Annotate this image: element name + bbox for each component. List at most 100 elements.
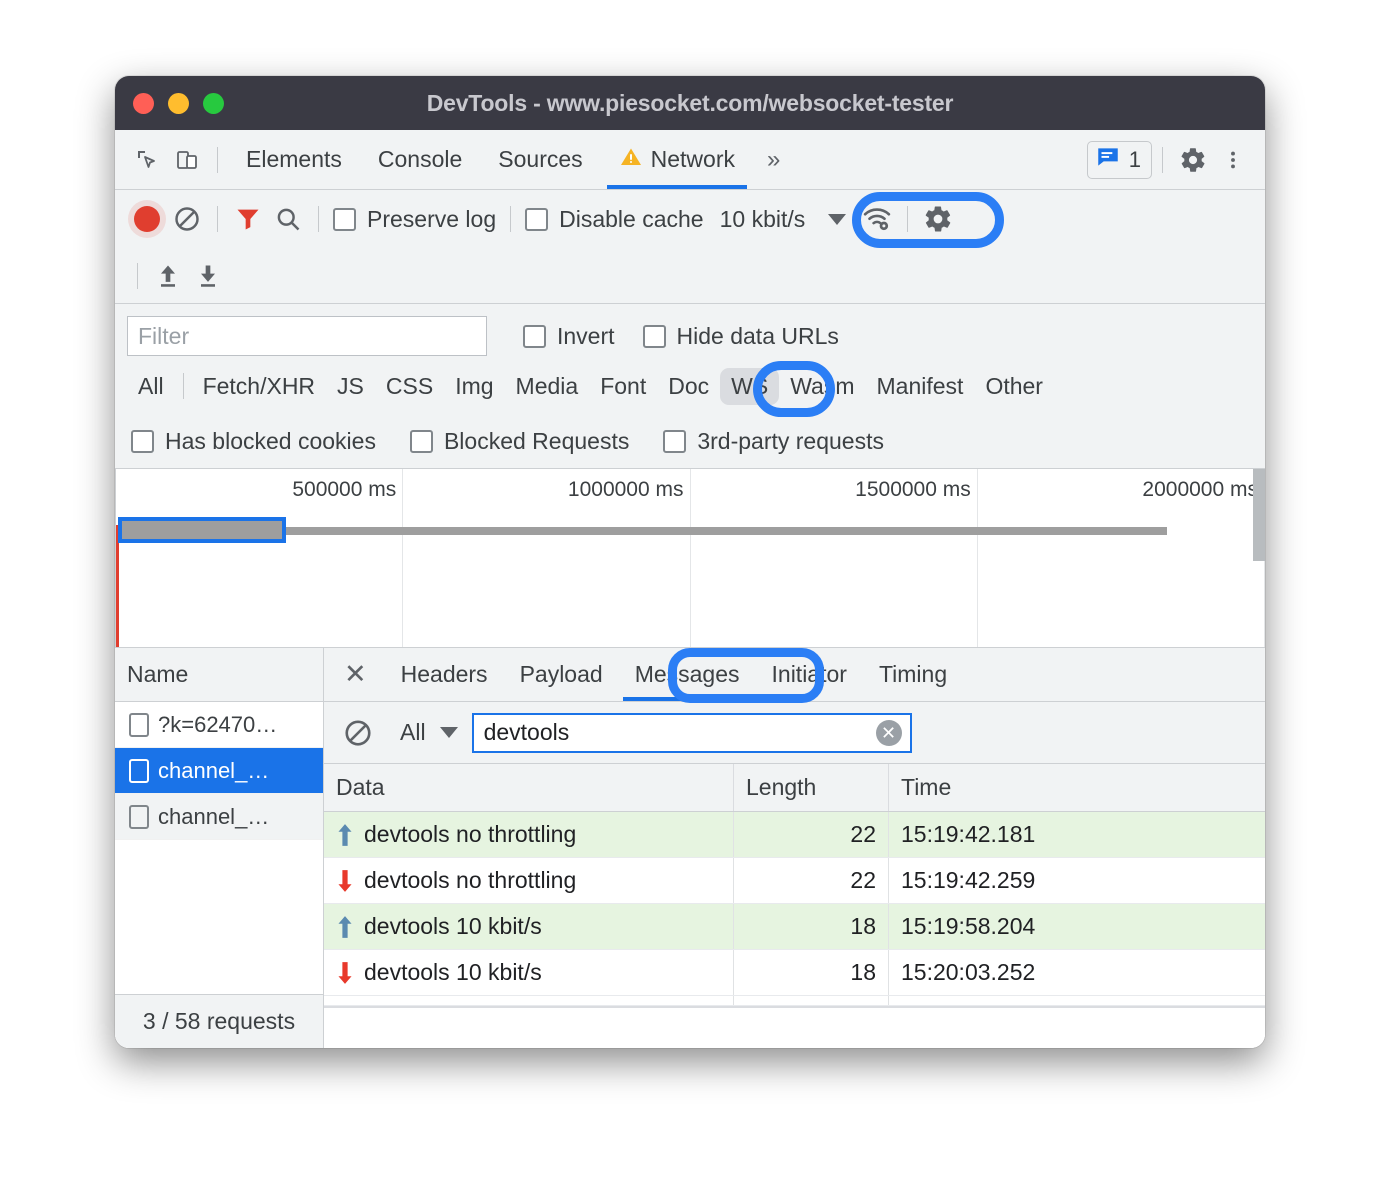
filter-type-media[interactable]: Media: [505, 368, 590, 405]
clear-messages-icon[interactable]: [338, 713, 378, 753]
clear-requests-icon[interactable]: [167, 199, 207, 239]
tab-headers[interactable]: Headers: [385, 648, 504, 701]
tab-console[interactable]: Console: [360, 131, 480, 189]
message-data-text: devtools 10 kbit/s: [364, 959, 542, 986]
device-toolbar-icon[interactable]: [167, 140, 207, 180]
request-count-status: 3 / 58 requests: [115, 994, 323, 1048]
tab-network[interactable]: Network: [601, 131, 753, 189]
window-titlebar: DevTools - www.piesocket.com/websocket-t…: [115, 76, 1265, 130]
message-length-cell: 22: [734, 812, 889, 857]
blocked-requests-checkbox[interactable]: Blocked Requests: [406, 428, 633, 455]
message-type-chevron-down-icon[interactable]: [440, 727, 458, 738]
messages-table: Data Length Time devtools no throttling …: [324, 764, 1265, 1048]
tab-elements[interactable]: Elements: [228, 131, 360, 189]
network-settings-gear-icon[interactable]: [918, 199, 958, 239]
filter-type-css[interactable]: CSS: [375, 368, 444, 405]
filter-type-ws[interactable]: WS: [720, 368, 779, 405]
third-party-requests-checkbox[interactable]: 3rd-party requests: [659, 428, 888, 455]
tab-sources-label: Sources: [498, 146, 582, 173]
throttling-value[interactable]: 10 kbit/s: [708, 206, 818, 233]
preserve-log-box: [333, 208, 356, 231]
message-length-cell: 18: [734, 904, 889, 949]
hide-data-urls-checkbox[interactable]: Hide data URLs: [639, 323, 843, 350]
throttling-dropdown-icon[interactable]: [817, 199, 857, 239]
overview-cell: 1500000 ms: [691, 469, 978, 647]
request-list-pane: Name ?k=62470… channel_… channel_…: [115, 648, 324, 1048]
filter-type-js[interactable]: JS: [326, 368, 375, 405]
network-overview-timeline[interactable]: 500000 ms 1000000 ms 1500000 ms 2000000 …: [115, 468, 1265, 648]
column-header-data[interactable]: Data: [324, 764, 734, 811]
resource-type-filters: All Fetch/XHR JS CSS Img Media Font Doc …: [127, 358, 1253, 414]
message-row[interactable]: devtools 10 kbit/s 18 15:19:58.204: [324, 904, 1265, 950]
request-name: channel_…: [158, 758, 269, 784]
tab-initiator[interactable]: Initiator: [756, 648, 863, 701]
message-type-select[interactable]: All: [392, 719, 426, 746]
request-row[interactable]: ?k=62470…: [115, 702, 323, 748]
more-options-icon[interactable]: [1213, 140, 1253, 180]
request-row-selected[interactable]: channel_…: [115, 748, 323, 794]
column-header-length[interactable]: Length: [734, 764, 889, 811]
filter-type-img[interactable]: Img: [444, 368, 504, 405]
request-list-header[interactable]: Name: [115, 648, 323, 702]
chevron-down-icon: [828, 214, 846, 225]
console-messages-button[interactable]: 1: [1087, 141, 1152, 179]
tab-elements-label: Elements: [246, 146, 342, 173]
import-har-icon[interactable]: [148, 256, 188, 296]
disable-cache-box: [525, 208, 548, 231]
filter-type-manifest[interactable]: Manifest: [866, 368, 975, 405]
preserve-log-checkbox[interactable]: Preserve log: [329, 206, 500, 233]
filter-type-wasm[interactable]: Wasm: [779, 368, 865, 405]
message-time-cell: 15:20:03.252: [889, 950, 1265, 995]
has-blocked-cookies-checkbox[interactable]: Has blocked cookies: [127, 428, 380, 455]
message-length-cell: 18: [734, 950, 889, 995]
screenshot-root: DevTools - www.piesocket.com/websocket-t…: [0, 0, 1380, 1198]
arrow-up-icon: [336, 823, 354, 847]
console-message-count: 1: [1129, 147, 1141, 173]
request-row[interactable]: channel_…: [115, 794, 323, 840]
details-tabstrip: ✕ Headers Payload Messages Initiator Tim…: [324, 648, 1265, 702]
overview-scrollbar[interactable]: [1253, 469, 1265, 561]
arrow-up-icon: [336, 915, 354, 939]
close-icon[interactable]: ✕: [338, 661, 385, 688]
search-icon[interactable]: [268, 199, 308, 239]
record-icon: [134, 206, 160, 232]
tab-sources[interactable]: Sources: [480, 131, 600, 189]
overview-tick-label: 1500000 ms: [855, 478, 971, 502]
more-tabs-icon[interactable]: »: [753, 146, 791, 174]
column-header-time[interactable]: Time: [889, 764, 1265, 811]
filter-type-all[interactable]: All: [127, 368, 175, 405]
message-data-text: devtools no throttling: [364, 821, 576, 848]
arrow-down-icon: [336, 961, 354, 985]
messages-table-header: Data Length Time: [324, 764, 1265, 812]
gear-icon[interactable]: [1173, 140, 1213, 180]
request-type-icon: [129, 713, 149, 737]
inspect-element-icon[interactable]: [127, 140, 167, 180]
filter-type-fetch-xhr[interactable]: Fetch/XHR: [192, 368, 326, 405]
tab-payload[interactable]: Payload: [504, 648, 619, 701]
disable-cache-checkbox[interactable]: Disable cache: [521, 206, 707, 233]
filter-type-other[interactable]: Other: [974, 368, 1054, 405]
export-har-icon[interactable]: [188, 256, 228, 296]
overview-selection-handle[interactable]: [118, 517, 286, 543]
message-time-cell: 15:19:58.204: [889, 904, 1265, 949]
network-conditions-icon[interactable]: [857, 199, 897, 239]
message-search-input[interactable]: devtools ✕: [472, 713, 912, 753]
record-button[interactable]: [127, 199, 167, 239]
invert-checkbox[interactable]: Invert: [519, 323, 619, 350]
filter-type-doc[interactable]: Doc: [657, 368, 720, 405]
filter-input[interactable]: Filter: [127, 316, 487, 356]
arrow-down-icon: [336, 869, 354, 893]
tab-timing[interactable]: Timing: [863, 648, 963, 701]
clear-search-icon[interactable]: ✕: [876, 720, 902, 746]
message-time-cell: 15:19:42.259: [889, 858, 1265, 903]
message-row[interactable]: devtools 10 kbit/s 18 15:20:03.252: [324, 950, 1265, 996]
filter-icon[interactable]: [228, 199, 268, 239]
tab-messages[interactable]: Messages: [619, 648, 756, 701]
window-title: DevTools - www.piesocket.com/websocket-t…: [115, 90, 1265, 117]
message-row[interactable]: devtools no throttling 22 15:19:42.259: [324, 858, 1265, 904]
filter-type-font[interactable]: Font: [589, 368, 657, 405]
has-blocked-cookies-label: Has blocked cookies: [165, 428, 376, 455]
message-length-cell: 22: [734, 858, 889, 903]
message-row[interactable]: devtools no throttling 22 15:19:42.181: [324, 812, 1265, 858]
preserve-log-label: Preserve log: [367, 206, 496, 233]
